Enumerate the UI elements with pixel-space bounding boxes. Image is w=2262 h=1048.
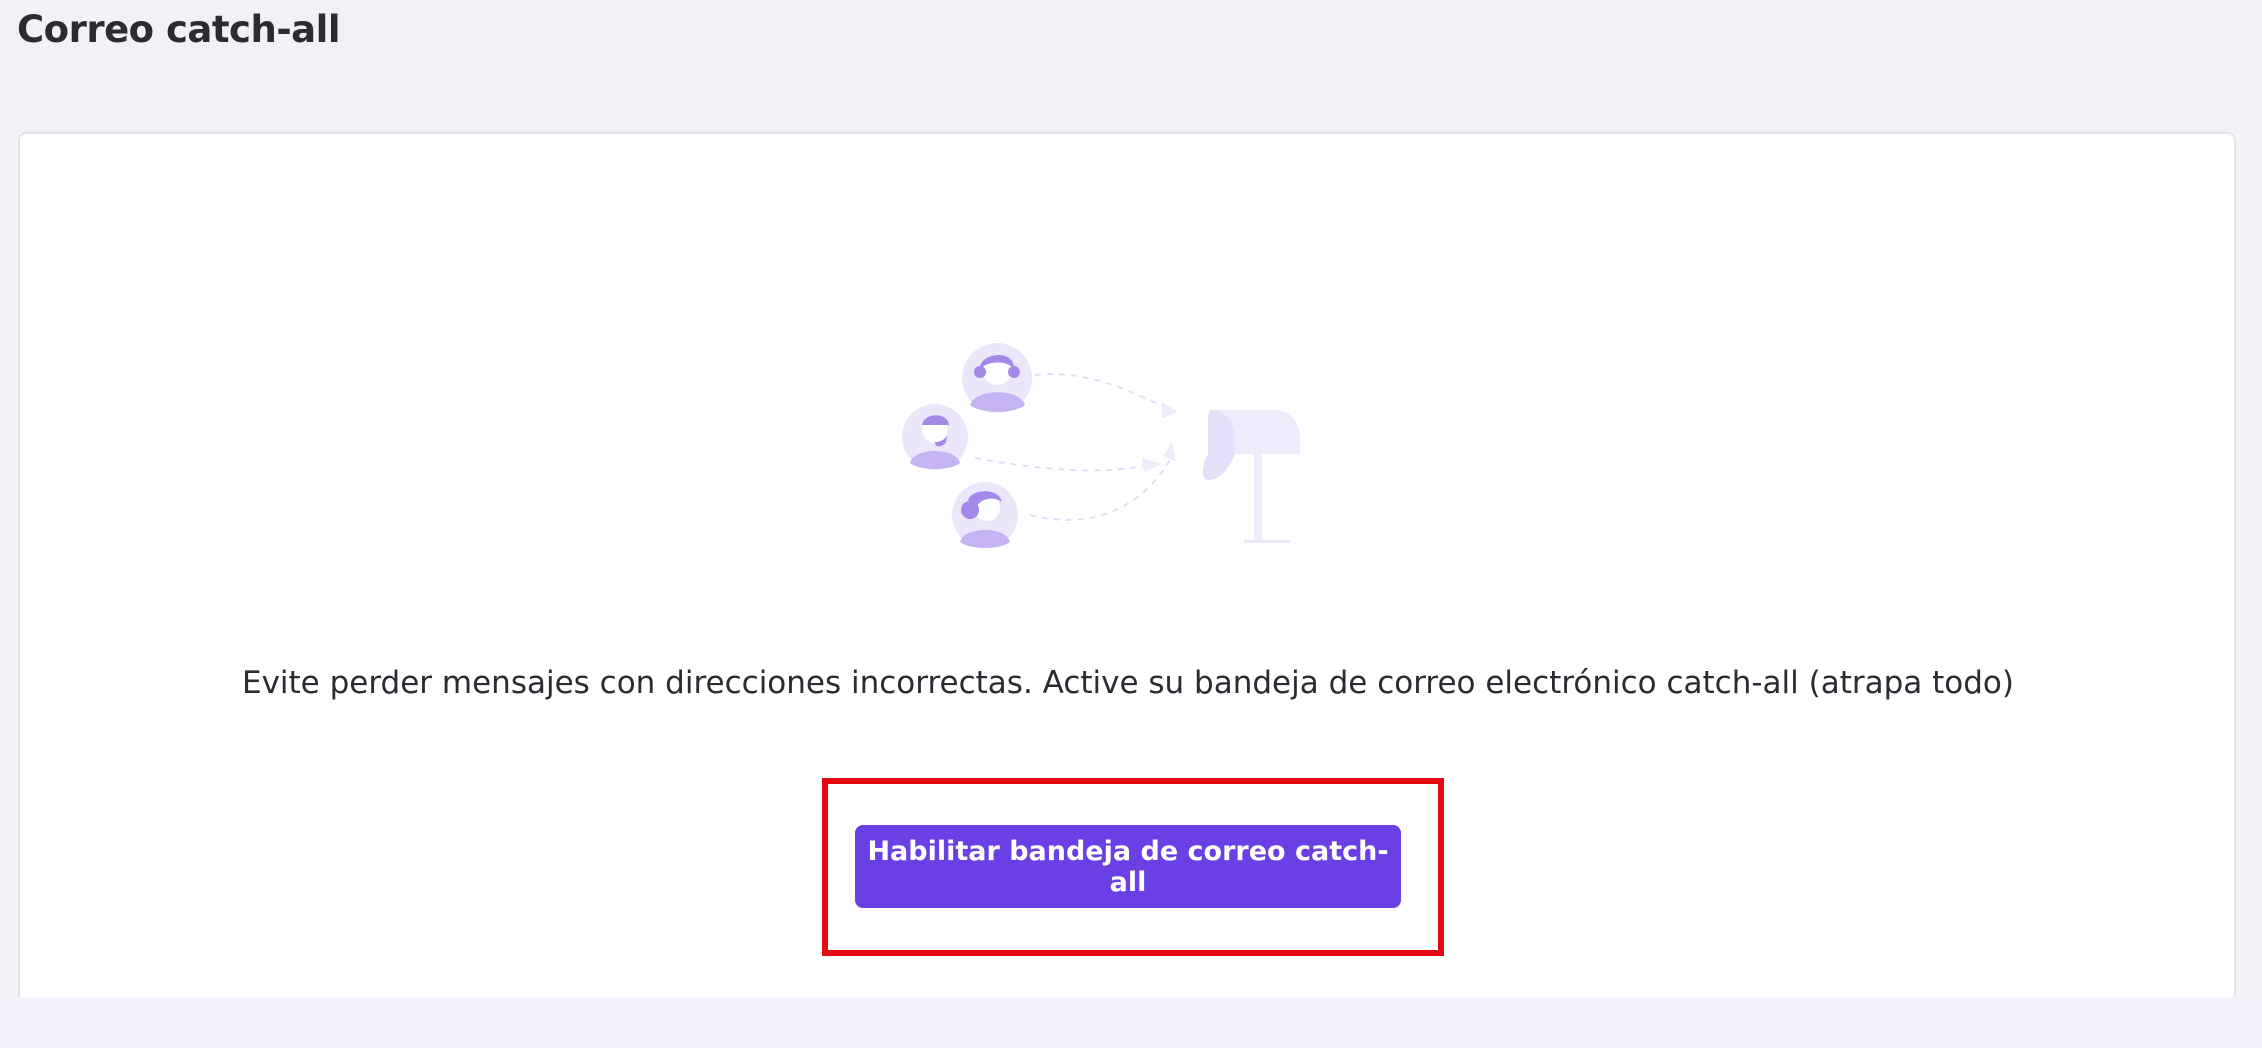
mailbox-icon <box>1202 410 1300 543</box>
enable-catch-all-button[interactable]: Habilitar bandeja de correo catch-all <box>855 825 1401 908</box>
catch-all-page: Correo catch-all Evite perder mensajes c… <box>0 0 2262 1048</box>
page-header <box>16 0 2238 132</box>
person-avatar-bottom <box>952 482 1018 548</box>
page-title: Correo catch-all <box>17 8 341 51</box>
catch-all-mailbox-illustration <box>902 343 1300 548</box>
empty-state-description: Evite perder mensajes con direcciones in… <box>241 665 2014 701</box>
person-avatar-top <box>962 343 1032 413</box>
person-avatar-left <box>902 404 968 470</box>
arrow-heads <box>1142 402 1178 472</box>
page-footer-band <box>0 997 2262 1048</box>
